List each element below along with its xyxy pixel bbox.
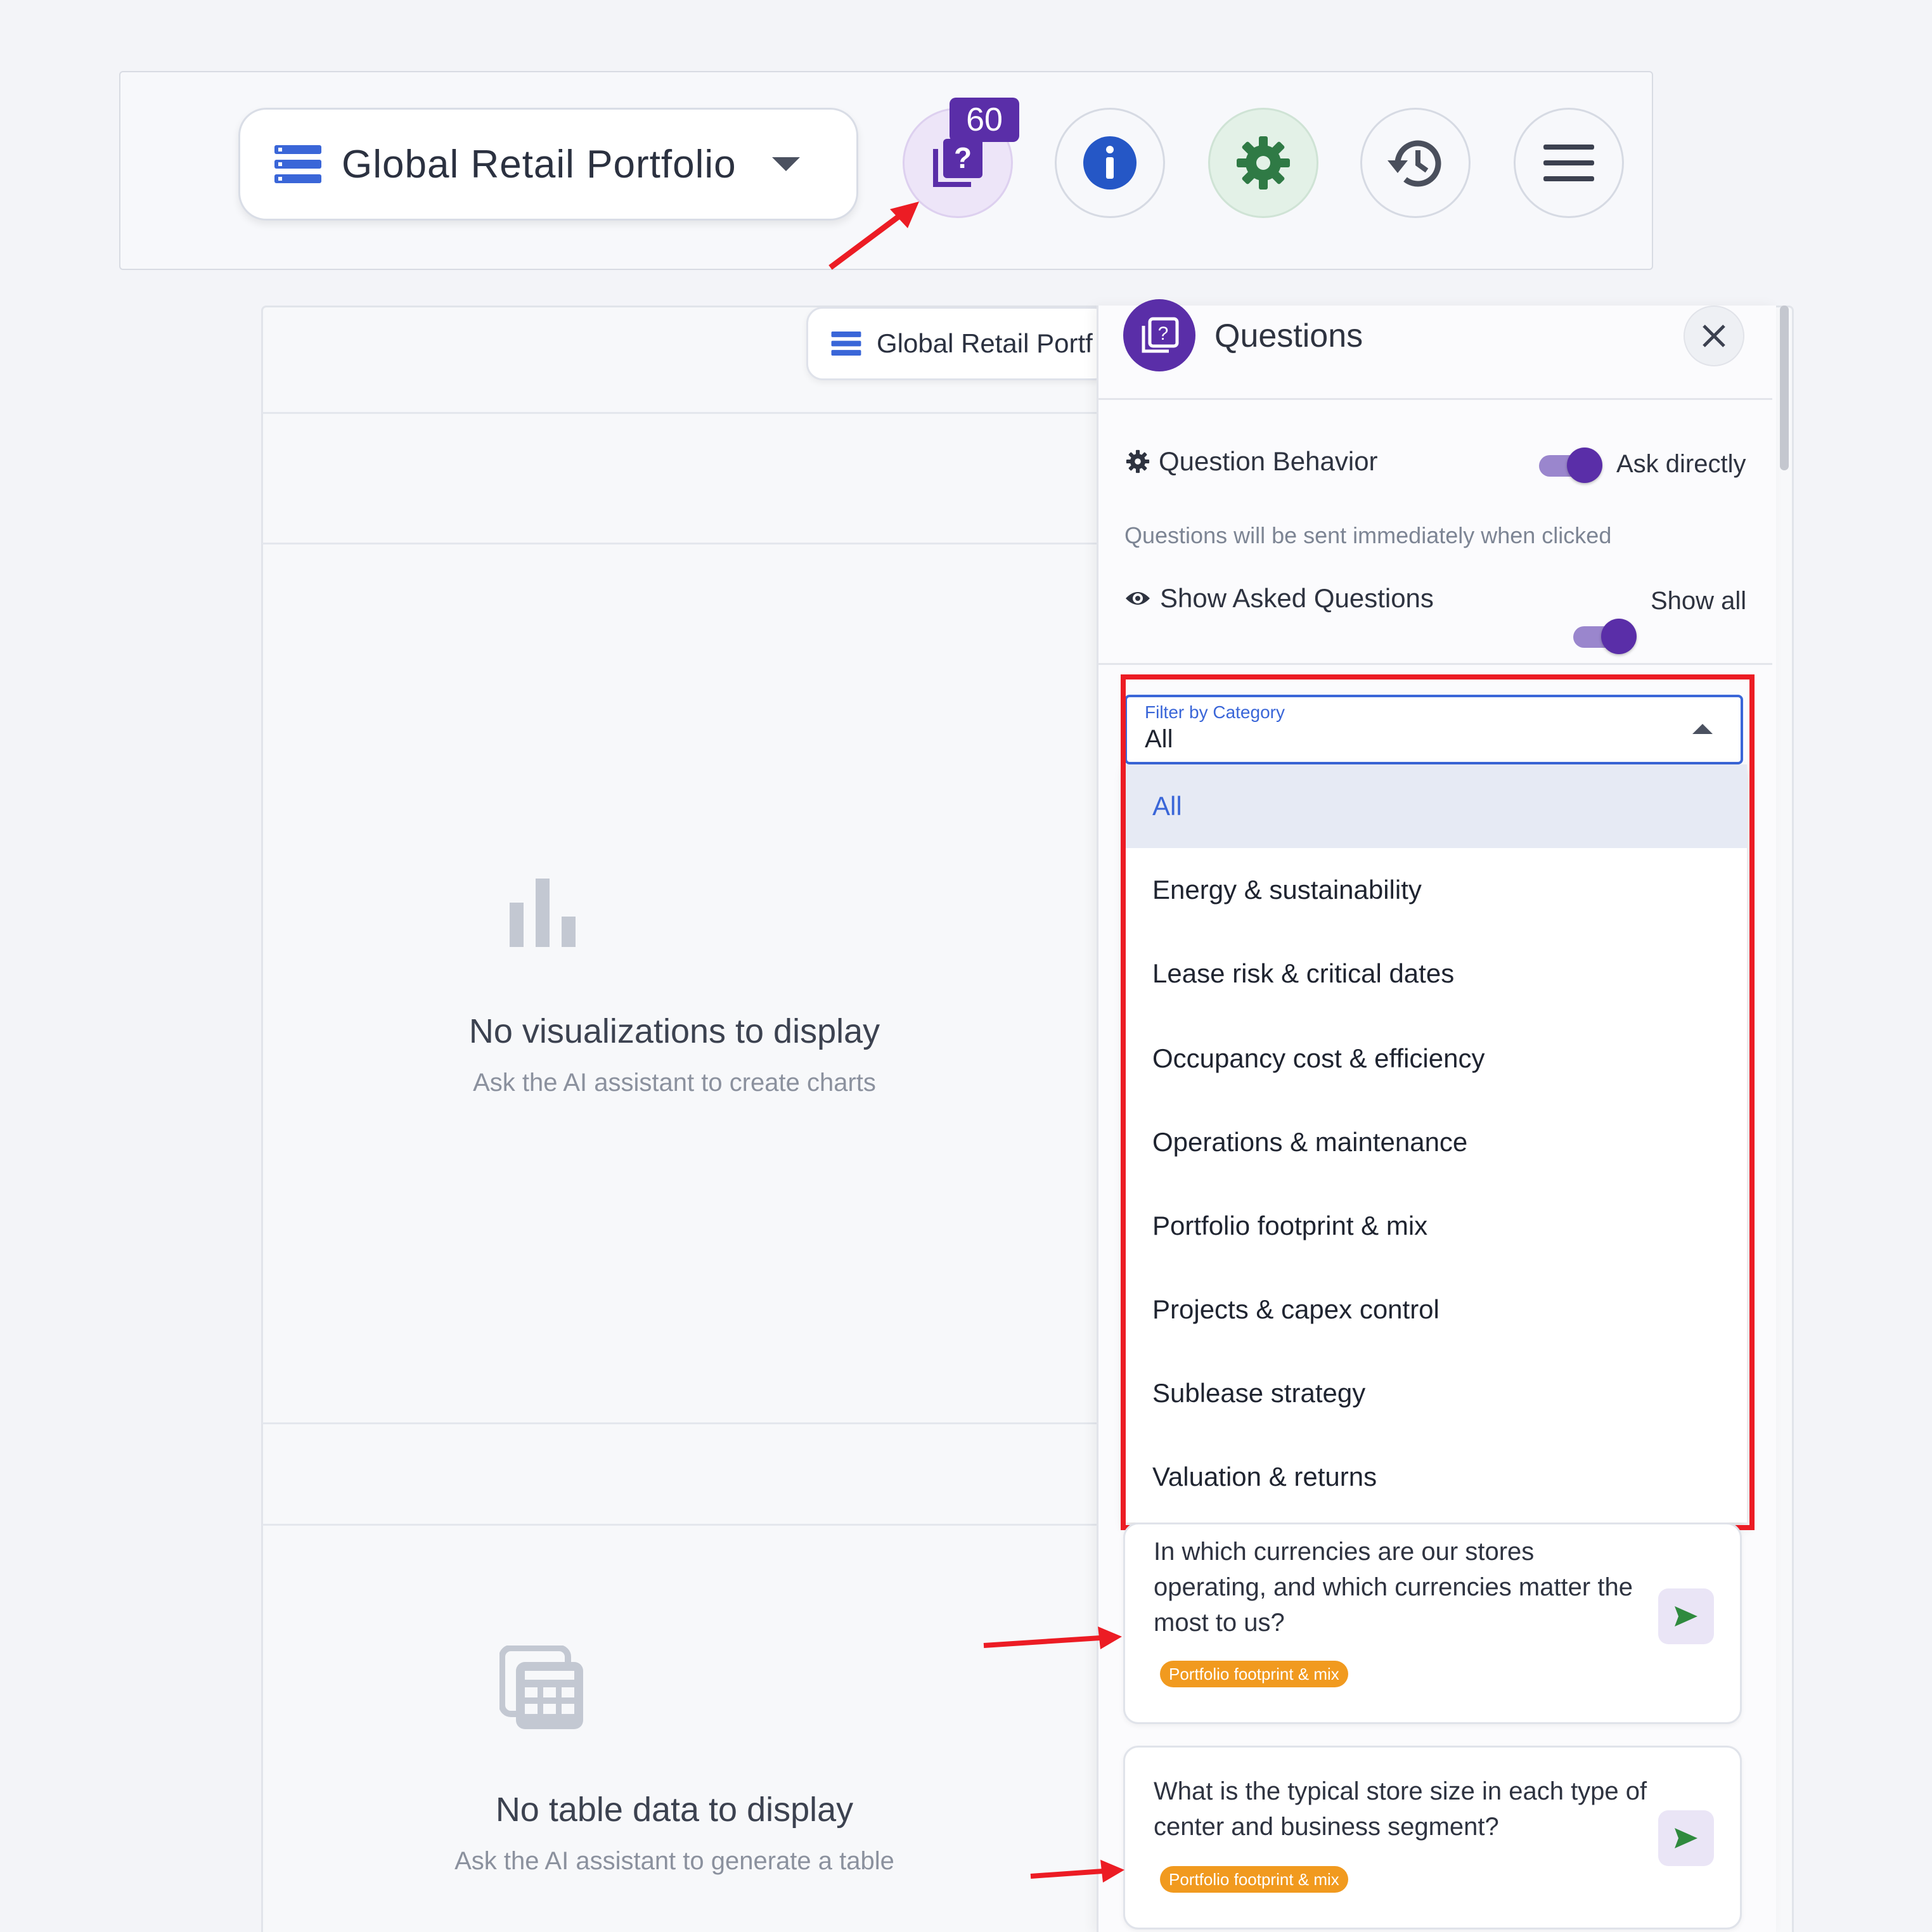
setting-value: Ask directly <box>1616 450 1746 478</box>
table-icon <box>499 1645 583 1729</box>
annotation-arrow <box>1030 1860 1124 1883</box>
questions-count-badge: 60 <box>950 98 1019 142</box>
question-stack-icon: ? <box>1142 317 1179 353</box>
questions-panel-icon: ? <box>1123 299 1195 371</box>
send-icon <box>1675 1828 1697 1848</box>
close-icon <box>1703 325 1725 347</box>
panel-divider <box>1098 663 1772 665</box>
database-list-icon <box>831 332 861 356</box>
setting-label: Show Asked Questions <box>1160 583 1434 613</box>
question-behavior-setting: Question Behavior <box>1126 446 1378 477</box>
history-icon <box>1388 140 1441 187</box>
database-list-icon <box>274 145 321 183</box>
behavior-hint: Questions will be sent immediately when … <box>1124 522 1612 548</box>
dataset-name: Global Retail Portf <box>877 328 1093 358</box>
header-divider <box>262 412 1099 414</box>
panel-divider <box>1098 398 1772 400</box>
close-panel-button[interactable] <box>1684 306 1744 366</box>
question-stack-icon: ? <box>933 139 982 187</box>
dataset-name: Global Retail Portfolio <box>342 142 737 186</box>
send-question-button[interactable] <box>1658 1588 1714 1644</box>
eye-icon <box>1126 592 1150 605</box>
table-empty-state: No table data to display Ask the AI assi… <box>262 1790 1086 1876</box>
annotation-highlight-box <box>1121 674 1755 1530</box>
bar-chart-icon <box>510 879 576 947</box>
info-button[interactable] <box>1055 108 1165 218</box>
settings-button[interactable] <box>1208 108 1318 218</box>
panel-scrollbar[interactable] <box>1780 306 1789 470</box>
empty-subtitle: Ask the AI assistant to create charts <box>473 1069 876 1097</box>
empty-subtitle: Ask the AI assistant to generate a table <box>454 1847 894 1875</box>
svg-text:?: ? <box>954 141 972 174</box>
inner-dataset-selector[interactable]: Global Retail Portf <box>806 307 1111 380</box>
section-divider <box>262 1422 1099 1424</box>
section-divider <box>262 543 1099 544</box>
empty-title: No table data to display <box>495 1791 854 1829</box>
gear-icon <box>1126 449 1150 473</box>
setting-value: Show all <box>1651 587 1747 615</box>
category-tag: Portfolio footprint & mix <box>1160 1661 1348 1687</box>
question-text: What is the typical store size in each t… <box>1154 1777 1647 1841</box>
send-icon <box>1675 1606 1697 1626</box>
send-question-button[interactable] <box>1658 1810 1714 1866</box>
empty-title: No visualizations to display <box>468 1012 880 1050</box>
svg-text:?: ? <box>1158 323 1169 344</box>
setting-label: Question Behavior <box>1159 446 1378 476</box>
show-all-toggle[interactable] <box>1573 619 1637 654</box>
menu-button[interactable] <box>1514 108 1624 218</box>
panel-title: Questions <box>1214 318 1363 354</box>
history-button[interactable] <box>1360 108 1471 218</box>
info-icon <box>1083 136 1137 190</box>
show-asked-setting: Show Asked Questions <box>1124 583 1434 614</box>
annotation-arrow <box>828 202 919 270</box>
chevron-down-icon <box>771 157 800 171</box>
dataset-selector[interactable]: Global Retail Portfolio <box>238 108 858 221</box>
annotation-arrow <box>983 1626 1122 1649</box>
question-text: In which currencies are our stores opera… <box>1154 1538 1633 1637</box>
gear-icon <box>1237 136 1290 190</box>
visualizations-empty-state: No visualizations to display Ask the AI … <box>262 1012 1086 1097</box>
category-tag: Portfolio footprint & mix <box>1160 1866 1348 1893</box>
section-divider <box>262 1524 1099 1526</box>
hamburger-menu-icon <box>1543 145 1594 181</box>
ask-directly-toggle[interactable] <box>1539 448 1602 483</box>
